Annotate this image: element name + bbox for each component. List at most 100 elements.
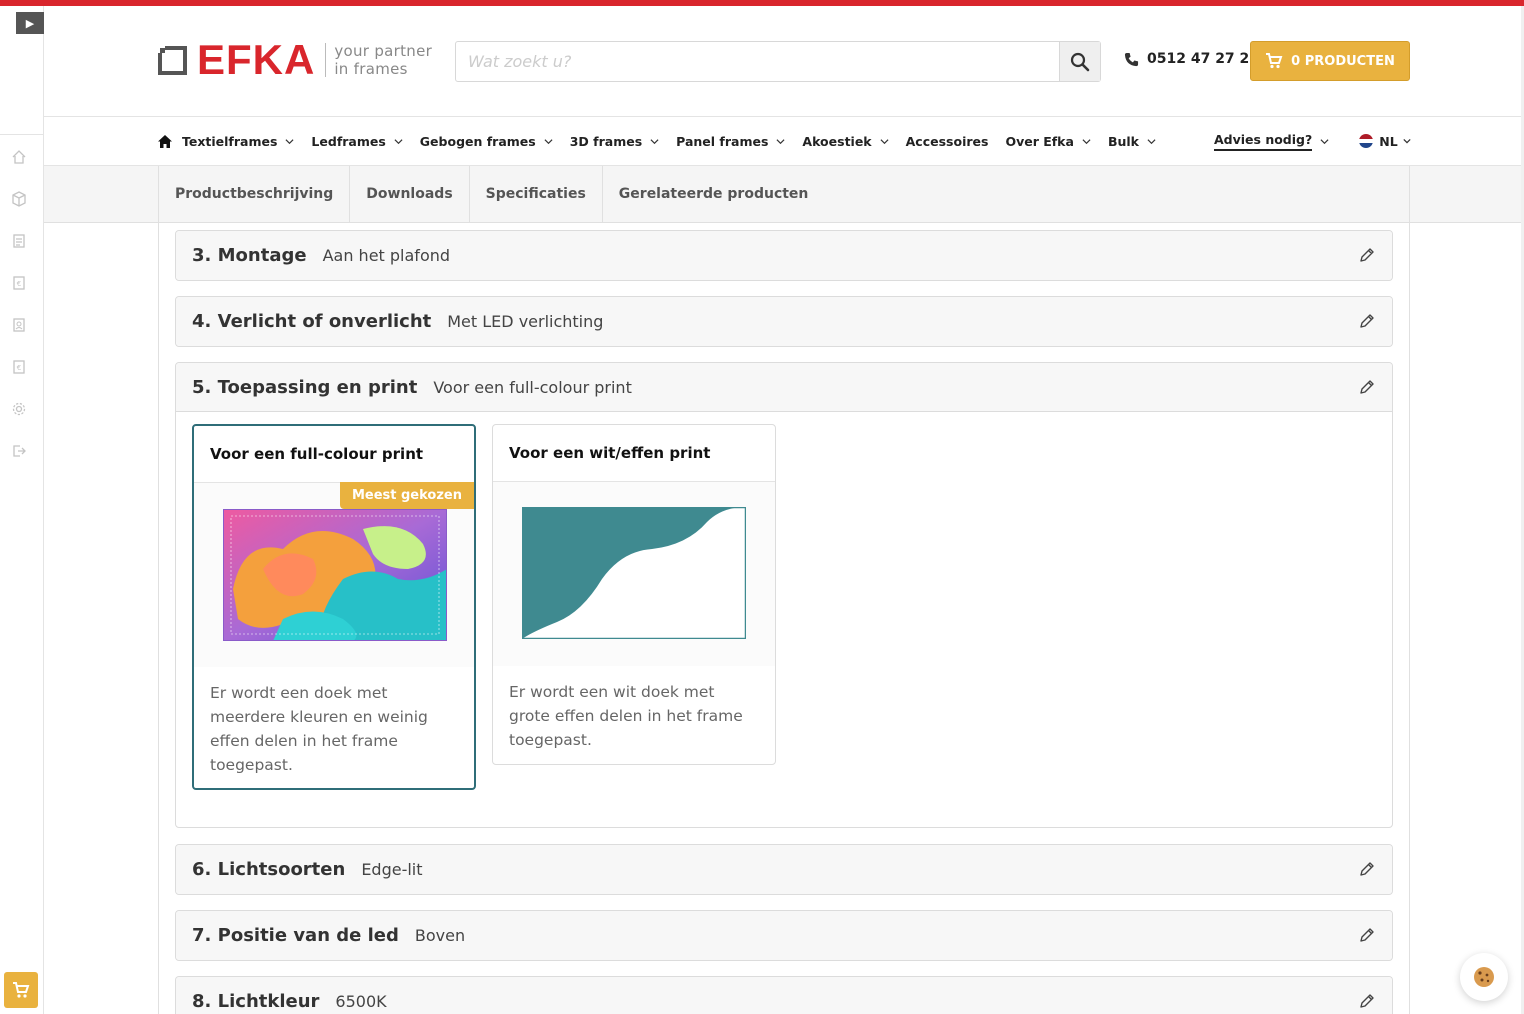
sidebar-toggle-button[interactable]: ▶ — [16, 12, 44, 34]
step-title: 8. Lichtkleur — [192, 991, 320, 1012]
tab-productbeschrijving[interactable]: Productbeschrijving — [159, 166, 351, 222]
tagline-line-1: your partner — [334, 42, 433, 60]
step-title: 5. Toepassing en print — [192, 376, 418, 398]
option-description: Er wordt een doek met meerdere kleuren e… — [210, 684, 428, 774]
sidebar-cart-button[interactable] — [4, 972, 38, 1008]
step-header[interactable]: 5. Toepassing en print Voor een full-col… — [176, 363, 1392, 412]
product-tabs: Productbeschrijving Downloads Specificat… — [158, 166, 1410, 222]
nav-item-accessoires[interactable]: Accessoires — [906, 134, 989, 149]
nav-item-akoestiek[interactable]: Akoestiek — [802, 134, 889, 149]
advies-dropdown[interactable]: Advies nodig? — [1214, 131, 1313, 151]
chevron-down-icon[interactable] — [1320, 137, 1329, 146]
language-label: NL — [1379, 133, 1398, 149]
efka-logo[interactable]: EFKA your partner in frames — [157, 36, 433, 83]
chevron-down-icon — [1082, 138, 1091, 144]
nav-label: Bulk — [1107, 133, 1139, 149]
step-title: 7. Positie van de led — [192, 925, 399, 946]
cart-icon — [13, 982, 30, 998]
content-border-left — [158, 223, 159, 1014]
step-value: 6500K — [335, 992, 387, 1011]
step-header[interactable]: 3. Montage Aan het plafond — [176, 231, 1392, 280]
pencil-icon[interactable] — [1358, 992, 1376, 1010]
gear-icon[interactable] — [11, 401, 27, 417]
config-step-positie-led[interactable]: 7. Positie van de led Boven — [175, 910, 1393, 961]
cookie-settings-button[interactable] — [1460, 953, 1508, 1001]
chevron-down-icon — [544, 138, 553, 144]
home-icon[interactable] — [11, 149, 27, 165]
nav-label: Over Efka — [1005, 133, 1074, 149]
cart-button[interactable]: 0 PRODUCTEN — [1250, 41, 1410, 81]
search-icon — [1070, 52, 1090, 71]
step-header[interactable]: 4. Verlicht of onverlicht Met LED verlic… — [176, 297, 1392, 346]
config-step-montage[interactable]: 3. Montage Aan het plafond — [175, 230, 1393, 281]
invoice-icon[interactable]: € — [11, 275, 27, 291]
nav-label: Panel frames — [676, 133, 769, 149]
orders-icon[interactable] — [11, 233, 27, 249]
chevron-down-icon — [880, 138, 889, 144]
svg-text:€: € — [17, 364, 21, 372]
nav-item-gebogen-frames[interactable]: Gebogen frames — [420, 134, 553, 149]
option-description: Er wordt een wit doek met grote effen de… — [509, 683, 743, 749]
step-header[interactable]: 6. Lichtsoorten Edge-lit — [176, 845, 1392, 894]
invoice-icon[interactable]: € — [11, 359, 27, 375]
logout-icon[interactable] — [11, 443, 27, 459]
nav-label: Accessoires — [905, 133, 989, 149]
step-value: Voor een full-colour print — [433, 377, 632, 397]
search-input[interactable] — [456, 42, 1059, 81]
step-value: Aan het plafond — [322, 246, 451, 265]
tab-specificaties[interactable]: Specificaties — [470, 166, 603, 222]
home-icon — [158, 134, 172, 148]
chevron-down-icon — [1147, 138, 1156, 144]
config-step-lichtsoorten[interactable]: 6. Lichtsoorten Edge-lit — [175, 844, 1393, 895]
step-value: Met LED verlichting — [447, 312, 604, 331]
nav-item-panel-frames[interactable]: Panel frames — [676, 134, 785, 149]
nav-item-textielframes[interactable]: Textielframes — [182, 134, 294, 149]
option-full-colour-print[interactable]: Voor een full-colour print Meest gekozen… — [192, 424, 476, 790]
config-step-verlichting[interactable]: 4. Verlicht of onverlicht Met LED verlic… — [175, 296, 1393, 347]
logo-divider — [325, 43, 327, 77]
tab-gerelateerde-producten[interactable]: Gerelateerde producten — [603, 166, 825, 222]
config-step-toepassing: 5. Toepassing en print Voor een full-col… — [175, 362, 1393, 828]
language-selector[interactable]: NL — [1359, 133, 1411, 149]
cookie-icon — [1474, 967, 1494, 987]
tab-downloads[interactable]: Downloads — [350, 166, 470, 222]
phone-link[interactable]: 0512 47 27 21 — [1124, 51, 1259, 67]
step-value: Boven — [414, 926, 466, 945]
nav-label: Gebogen frames — [419, 133, 536, 149]
box-icon[interactable] — [11, 191, 27, 207]
wit-effen-print-illustration — [493, 482, 775, 666]
chevron-down-icon — [1403, 138, 1411, 144]
nav-item-ledframes[interactable]: Ledframes — [311, 133, 403, 149]
nav-item-bulk[interactable]: Bulk — [1108, 134, 1156, 149]
nav-item-3d-frames[interactable]: 3D frames — [570, 134, 659, 149]
top-accent-bar — [0, 0, 1524, 6]
user-icon[interactable] — [11, 317, 27, 333]
nav-items: Textielframes Ledframes Gebogen frames 3… — [158, 117, 1173, 165]
step-value: Edge-lit — [361, 860, 423, 879]
chevron-down-icon — [394, 138, 403, 144]
pencil-icon[interactable] — [1358, 926, 1376, 944]
config-step-lichtkleur[interactable]: 8. Lichtkleur 6500K — [175, 976, 1393, 1014]
tagline-line-2: in frames — [334, 60, 408, 78]
option-title: Voor een wit/effen print — [493, 425, 775, 482]
pencil-icon[interactable] — [1358, 312, 1376, 330]
pencil-icon[interactable] — [1358, 378, 1376, 396]
step-title: 6. Lichtsoorten — [192, 859, 346, 880]
nav-item-over-efka[interactable]: Over Efka — [1005, 134, 1091, 149]
pencil-icon[interactable] — [1358, 246, 1376, 264]
option-wit-effen-print[interactable]: Voor een wit/effen print Er wordt een wi… — [492, 424, 776, 765]
logo-mark-icon — [158, 45, 187, 75]
nav-label: Ledframes — [311, 133, 386, 149]
cart-icon — [1266, 53, 1283, 69]
full-colour-print-illustration: Meest gekozen — [194, 482, 474, 667]
nav-home-link[interactable] — [158, 134, 172, 148]
admin-sidebar: ▶ € € — [0, 6, 44, 1014]
sidebar-divider — [0, 134, 43, 135]
step-header[interactable]: 8. Lichtkleur 6500K — [176, 977, 1392, 1014]
search-button[interactable] — [1059, 42, 1100, 81]
step-title: 3. Montage — [192, 245, 307, 266]
pencil-icon[interactable] — [1358, 860, 1376, 878]
advies-label: Advies nodig? — [1214, 131, 1313, 147]
logo-wordmark: EFKA — [197, 36, 316, 83]
step-header[interactable]: 7. Positie van de led Boven — [176, 911, 1392, 960]
